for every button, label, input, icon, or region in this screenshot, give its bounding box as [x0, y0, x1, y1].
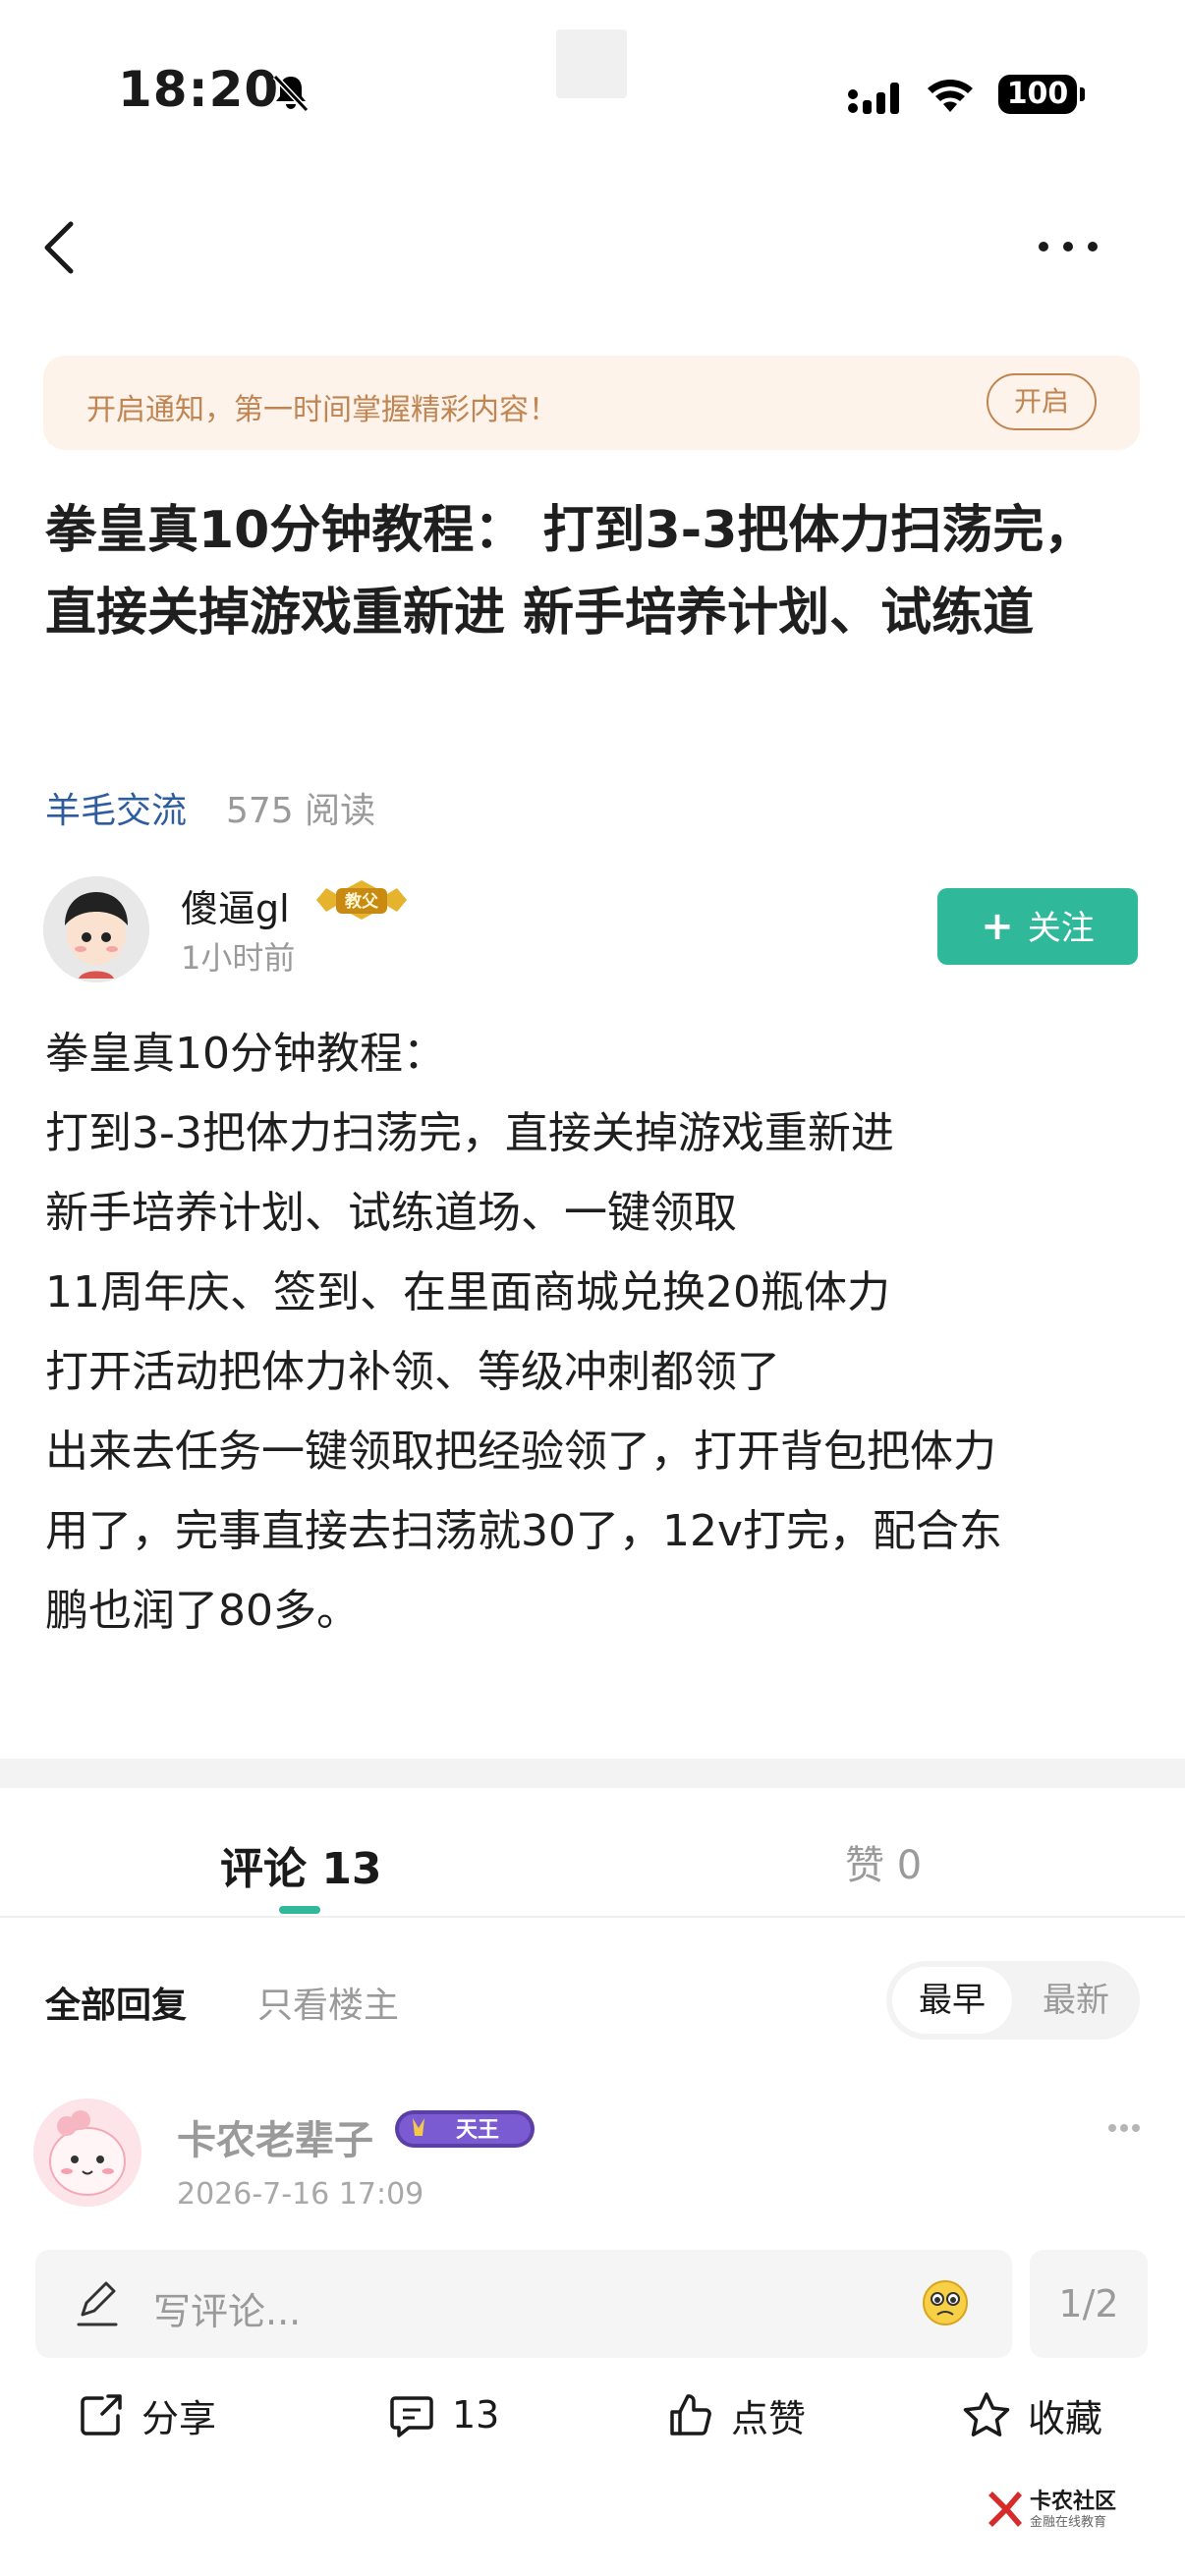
post-category-link[interactable]: 羊毛交流	[45, 782, 187, 833]
comments-count: 13	[452, 2393, 500, 2436]
star-icon	[963, 2392, 1010, 2436]
rank-badge-label: 教父	[344, 891, 379, 912]
active-tab-indicator	[279, 1906, 320, 1914]
body-line: 出来去任务一键领取把经验领了，打开背包把体力	[45, 1427, 996, 1477]
post-title: 拳皇真10分钟教程： 打到3-3把体力扫荡完，直接关掉游戏重新进 新手培养计划、…	[45, 501, 1096, 643]
commenter-avatar[interactable]	[33, 2099, 141, 2207]
share-icon	[81, 2394, 122, 2436]
back-arrow-icon[interactable]	[39, 218, 79, 277]
body-line: 用了，完事直接去扫荡就30了，12v打完，配合东	[45, 1506, 1003, 1556]
follow-button[interactable]: + 关注	[937, 888, 1138, 965]
post-time: 1小时前	[181, 939, 296, 977]
kanong-logo-icon	[988, 2492, 1022, 2527]
pencil-icon	[77, 2281, 118, 2326]
comment-input-placeholder[interactable]: 写评论...	[153, 2281, 301, 2335]
body-line: 打开活动把体力补领、等级冲刺都领了	[45, 1347, 780, 1397]
post-body: 拳皇真10分钟教程： 打到3-3把体力扫荡完，直接关掉游戏重新进 新手培养计划、…	[45, 1014, 1156, 1651]
collect-label: 收藏	[1028, 2396, 1103, 2440]
commenter-badge-label: 天王	[456, 2118, 499, 2143]
body-line: 打到3-3把体力扫荡完，直接关掉游戏重新进	[45, 1108, 894, 1158]
notification-text: 开启通知，第一时间掌握精彩内容！	[86, 393, 558, 427]
tab-likes[interactable]: 赞 0	[845, 1833, 922, 1890]
emoji-icon[interactable]	[920, 2277, 971, 2328]
pink-character-avatar-icon	[33, 2099, 141, 2207]
comment-date: 2026-7-16 17:09	[177, 2177, 424, 2212]
like-label: 点赞	[731, 2396, 807, 2440]
tab-comments[interactable]: 评论 13	[220, 1833, 382, 1896]
comment-bubble-icon	[390, 2396, 433, 2437]
page-indicator[interactable]: 1/2	[1030, 2250, 1148, 2358]
filter-op-only[interactable]: 只看楼主	[257, 1977, 399, 2028]
comments-button[interactable]: 13	[387, 2385, 499, 2444]
like-button[interactable]: 点赞	[666, 2385, 806, 2444]
collect-button[interactable]: 收藏	[961, 2385, 1102, 2444]
body-line: 拳皇真10分钟教程：	[45, 1029, 446, 1079]
author-name[interactable]: 傻逼gl	[181, 878, 290, 932]
comment-more-icon[interactable]	[1106, 2122, 1142, 2134]
more-options-icon[interactable]	[1034, 236, 1102, 257]
drag-handle[interactable]	[556, 29, 627, 98]
share-label: 分享	[141, 2396, 217, 2440]
commenter-rank-badge: 天王	[395, 2110, 535, 2148]
cartoon-boy-avatar-icon	[43, 876, 149, 982]
section-divider	[0, 1759, 1185, 1788]
sort-earliest-button[interactable]: 最早	[892, 1967, 1012, 2034]
status-time: 18:20	[118, 61, 280, 118]
read-count: 575 阅读	[226, 791, 376, 831]
watermark-logo-subtitle: 金融在线教育	[1030, 2515, 1107, 2530]
bell-muted-icon	[272, 74, 310, 113]
share-button[interactable]: 分享	[77, 2385, 216, 2444]
tab-divider	[0, 1916, 1185, 1918]
battery-indicator: 100	[998, 75, 1085, 114]
wifi-icon	[928, 80, 973, 112]
filter-all-replies[interactable]: 全部回复	[45, 1977, 187, 2028]
body-line: 11周年庆、签到、在里面商城兑换20瓶体力	[45, 1267, 890, 1317]
body-line: 新手培养计划、试练道场、一键领取	[45, 1188, 737, 1238]
rank-badge: 教父	[316, 880, 407, 920]
commenter-name[interactable]: 卡农老辈子	[177, 2108, 373, 2165]
thumbs-up-icon	[670, 2394, 711, 2436]
cellular-signal-icon	[848, 83, 899, 114]
plus-icon: +	[981, 904, 1014, 949]
author-avatar[interactable]	[43, 876, 149, 982]
body-line: 鹏也润了80多。	[45, 1586, 360, 1636]
sort-newest-button[interactable]: 最新	[1022, 1967, 1130, 2034]
enable-notification-button[interactable]: 开启	[987, 373, 1097, 430]
follow-label: 关注	[1027, 909, 1095, 948]
